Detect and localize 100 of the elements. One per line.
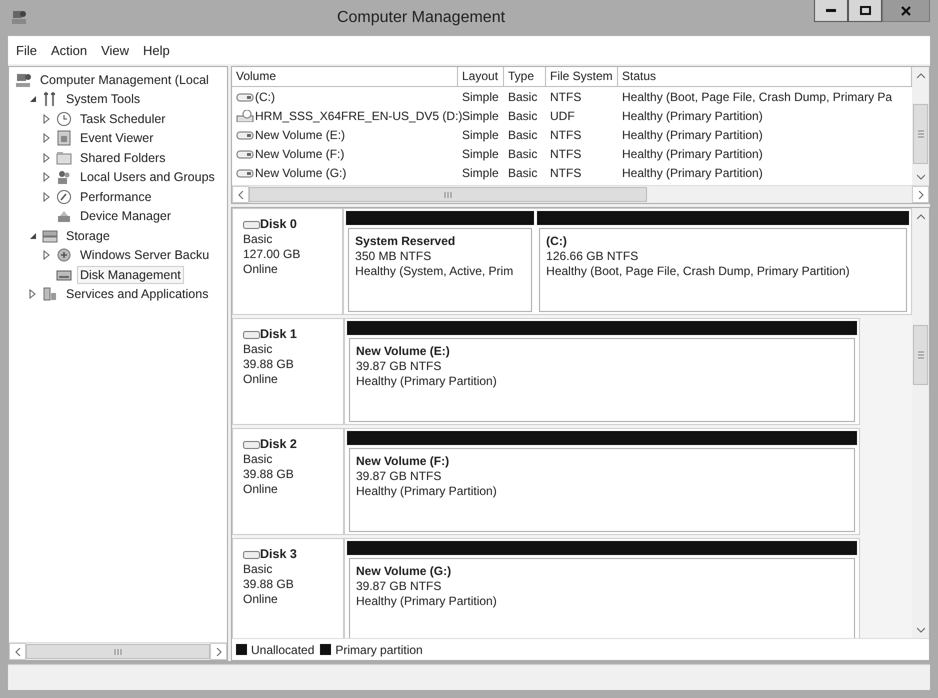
scrollbar-thumb[interactable] bbox=[249, 187, 647, 202]
grip-icon bbox=[444, 192, 452, 198]
grip-icon bbox=[918, 130, 924, 138]
tree-item[interactable]: Computer Management (Local bbox=[37, 70, 212, 89]
tools-icon bbox=[42, 91, 58, 108]
partition-block[interactable]: New Volume (F:) 39.87 GB NTFS Healthy (Primary Partition) bbox=[349, 448, 855, 532]
tree-item[interactable]: Local Users and Groups bbox=[77, 168, 218, 186]
drive-icon bbox=[243, 440, 260, 450]
scroll-left-button[interactable] bbox=[232, 186, 249, 203]
disk-status: Online bbox=[243, 482, 279, 497]
table-cell-text: Basic bbox=[507, 126, 538, 144]
partition-size: 126.66 GB NTFS bbox=[546, 249, 640, 264]
menu-item[interactable]: File bbox=[16, 42, 37, 58]
legend-label: Primary partition bbox=[335, 642, 423, 656]
partition-block[interactable]: New Volume (G:) 39.87 GB NTFS Healthy (Primary Partition) bbox=[349, 558, 855, 638]
drive-icon bbox=[236, 90, 254, 102]
disk-type: Basic bbox=[243, 342, 274, 357]
partition-status: Healthy (Primary Partition) bbox=[356, 484, 498, 499]
down-chevron-icon bbox=[916, 626, 924, 632]
partition-block[interactable]: New Volume (E:) 39.87 GB NTFS Healthy (Primary Partition) bbox=[349, 338, 855, 422]
column-header[interactable]: Type bbox=[504, 67, 546, 87]
column-header[interactable]: Layout bbox=[458, 67, 504, 87]
close-icon bbox=[901, 6, 911, 16]
disk-status: Online bbox=[243, 592, 279, 607]
table-cell-text: UDF bbox=[549, 108, 576, 124]
table-cell-text: Healthy (Primary Partition) bbox=[621, 126, 764, 144]
disk-name: Disk 2 bbox=[260, 437, 297, 452]
partition-block[interactable]: (C:) 126.66 GB NTFS Healthy (Boot, Page File, Crash Dump, Primary Partition) bbox=[539, 228, 907, 312]
scroll-right-button[interactable] bbox=[210, 643, 227, 660]
clock-icon bbox=[56, 110, 72, 127]
maximize-icon bbox=[860, 6, 870, 15]
grip-icon bbox=[918, 351, 924, 359]
maximize-button[interactable] bbox=[848, 0, 882, 22]
menu-item[interactable]: Help bbox=[143, 42, 170, 58]
drive-icon bbox=[243, 550, 260, 560]
volume-name: (C:) bbox=[255, 90, 275, 104]
table-cell-text: NTFS bbox=[549, 126, 582, 144]
tree-item[interactable]: Shared Folders bbox=[77, 148, 168, 167]
tree-item[interactable]: Task Scheduler bbox=[77, 110, 168, 128]
tree-item[interactable]: Windows Server Backu bbox=[77, 246, 212, 264]
users-icon bbox=[56, 169, 72, 186]
folder-icon bbox=[56, 150, 72, 166]
window-title: Computer Management bbox=[336, 9, 506, 27]
table-cell-text: Basic bbox=[507, 164, 538, 182]
column-header[interactable]: File System bbox=[546, 67, 618, 87]
scrollbar-thumb[interactable] bbox=[26, 644, 210, 659]
table-cell-text: Healthy (Primary Partition) bbox=[621, 164, 764, 182]
disk-type: Basic bbox=[243, 452, 274, 467]
tree-item[interactable]: Performance bbox=[77, 188, 155, 206]
partition-size: 39.87 GB NTFS bbox=[356, 359, 442, 374]
table-cell-text: Simple bbox=[461, 164, 500, 182]
tree-item[interactable]: Device Manager bbox=[77, 207, 174, 226]
table-cell-text: NTFS bbox=[549, 164, 582, 182]
tree-item[interactable]: Disk Management bbox=[77, 266, 184, 284]
partition-name: New Volume (F:) bbox=[356, 454, 450, 469]
volume-name: New Volume (G:) bbox=[255, 166, 346, 180]
scroll-right-button[interactable] bbox=[912, 186, 929, 203]
disk-name: Disk 1 bbox=[260, 327, 297, 342]
table-cell-text: Simple bbox=[461, 146, 500, 162]
close-button[interactable] bbox=[882, 0, 930, 22]
volume-name: New Volume (E:) bbox=[255, 128, 346, 142]
table-cell-text: Basic bbox=[507, 146, 538, 162]
menu-item[interactable]: Action bbox=[50, 42, 88, 58]
app-icon bbox=[10, 9, 28, 27]
right-chevron-icon bbox=[918, 190, 924, 198]
scroll-left-button[interactable] bbox=[9, 643, 26, 660]
column-header[interactable]: Status bbox=[618, 67, 912, 87]
drive-icon bbox=[236, 128, 254, 140]
menu-item[interactable]: View bbox=[101, 42, 130, 58]
tree-item[interactable]: Event Viewer bbox=[77, 129, 156, 148]
drive-icon bbox=[243, 330, 260, 340]
tree-item[interactable]: Services and Applications bbox=[63, 285, 212, 304]
disk-name: Disk 0 bbox=[260, 217, 297, 232]
partition-status: Healthy (Primary Partition) bbox=[356, 374, 498, 389]
table-cell-text: NTFS bbox=[549, 88, 582, 106]
partition-name: New Volume (E:) bbox=[356, 344, 451, 359]
drive-icon bbox=[243, 220, 260, 230]
partition-block[interactable]: System Reserved 350 MB NTFS Healthy (System, Active, Prim bbox=[348, 228, 532, 312]
disk-size: 39.88 GB bbox=[243, 357, 295, 372]
disk-type: Basic bbox=[243, 562, 274, 577]
drive-icon bbox=[236, 148, 254, 160]
table-cell-text: Simple bbox=[461, 126, 500, 144]
tree-item[interactable]: Storage bbox=[63, 226, 113, 245]
volume-name: HRM_SSS_X64FRE_EN-US_DV5 (D:) bbox=[255, 108, 462, 122]
disk-size: 39.88 GB bbox=[243, 577, 295, 592]
minimize-button[interactable] bbox=[814, 0, 848, 22]
disk-status: Online bbox=[243, 372, 279, 387]
tree-item[interactable]: System Tools bbox=[63, 90, 144, 108]
partition-name: System Reserved bbox=[355, 234, 456, 249]
down-chevron-icon bbox=[916, 174, 924, 180]
disk-name: Disk 3 bbox=[260, 547, 297, 562]
optical-drive-icon bbox=[236, 110, 254, 122]
scrollbar-thumb[interactable] bbox=[913, 104, 928, 164]
partition-name: New Volume (G:) bbox=[356, 564, 452, 579]
scrollbar-thumb[interactable] bbox=[913, 325, 928, 385]
table-cell-text: Simple bbox=[461, 88, 500, 106]
partition-size: 39.87 GB NTFS bbox=[356, 579, 442, 594]
column-header[interactable]: Volume bbox=[232, 67, 458, 87]
table-cell-text: Healthy (Primary Partition) bbox=[621, 108, 764, 124]
partition-size: 350 MB NTFS bbox=[355, 249, 432, 264]
